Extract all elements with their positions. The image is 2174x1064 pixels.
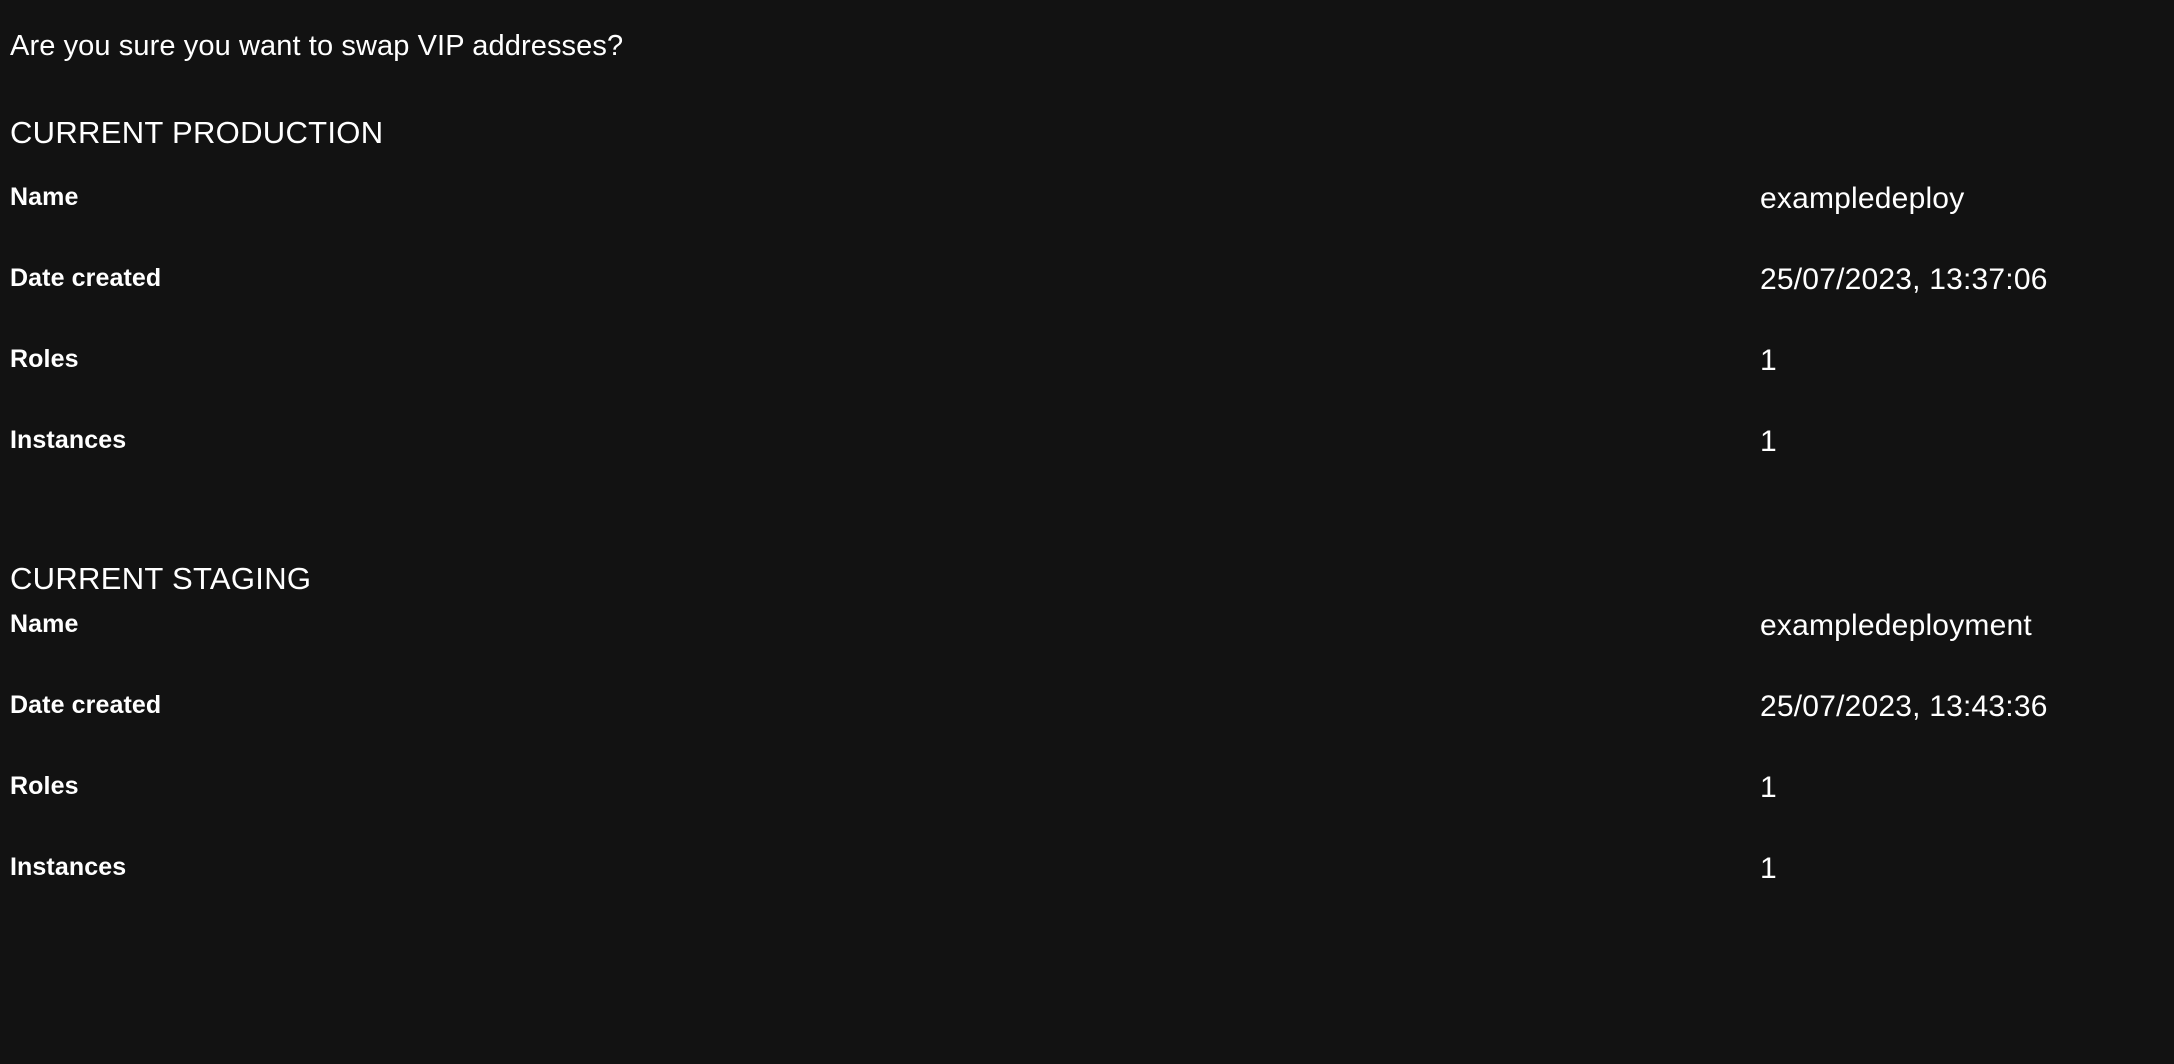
section-title-current-production: CURRENT PRODUCTION [10,115,384,150]
confirmation-question: Are you sure you want to swap VIP addres… [10,30,624,62]
table-row: Instances 1 [10,424,2174,505]
row-value-date-created: 25/07/2023, 13:43:36 [1760,690,2048,723]
row-label-instances: Instances [10,853,127,881]
section-current-staging: CURRENT STAGING Name exampledeployment D… [10,563,2174,932]
row-label-roles: Roles [10,345,79,373]
current-staging-rows: Name exampledeployment Date created 25/0… [10,608,2174,932]
current-production-rows: Name exampledeploy Date created 25/07/20… [10,181,2174,505]
section-title-current-staging: CURRENT STAGING [10,561,312,596]
row-value-roles: 1 [1760,344,1777,377]
row-value-name: exampledeploy [1760,182,1965,215]
row-label-date-created: Date created [10,691,162,719]
row-label-roles: Roles [10,772,79,800]
row-value-instances: 1 [1760,425,1777,458]
row-label-instances: Instances [10,426,127,454]
swap-vip-confirmation-dialog: Are you sure you want to swap VIP addres… [0,0,2174,1064]
table-row: Date created 25/07/2023, 13:37:06 [10,262,2174,343]
row-label-name: Name [10,183,79,211]
table-row: Name exampledeployment [10,608,2174,689]
table-row: Instances 1 [10,851,2174,932]
row-label-date-created: Date created [10,264,162,292]
table-row: Name exampledeploy [10,181,2174,262]
row-value-instances: 1 [1760,852,1777,885]
row-label-name: Name [10,610,79,638]
table-row: Roles 1 [10,343,2174,424]
table-row: Roles 1 [10,770,2174,851]
row-value-name: exampledeployment [1760,609,2032,642]
table-row: Date created 25/07/2023, 13:43:36 [10,689,2174,770]
row-value-date-created: 25/07/2023, 13:37:06 [1760,263,2048,296]
row-value-roles: 1 [1760,771,1777,804]
section-current-production: CURRENT PRODUCTION Name exampledeploy Da… [10,117,2174,505]
